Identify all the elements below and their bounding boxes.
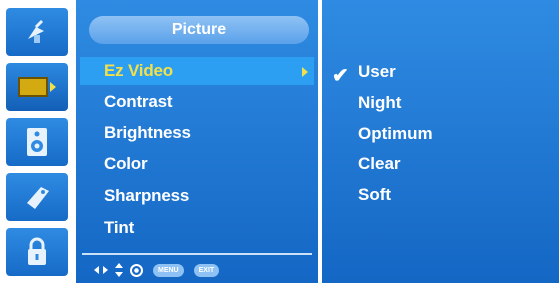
menu-item-contrast[interactable]: Contrast bbox=[80, 88, 314, 116]
checkmark-icon: ✔ bbox=[332, 65, 349, 87]
ez-video-options: ✔ User Night Optimum Clear Soft bbox=[322, 0, 559, 283]
menu-title: Picture bbox=[89, 16, 309, 44]
rail-item-lock[interactable] bbox=[6, 228, 68, 276]
satellite-dish-icon bbox=[22, 17, 52, 47]
option-soft[interactable]: Soft bbox=[358, 181, 391, 209]
ok-button-icon bbox=[130, 263, 143, 277]
menu-item-label: Tint bbox=[104, 218, 135, 237]
menu-item-label: Color bbox=[104, 154, 148, 173]
menu-divider bbox=[82, 253, 312, 255]
category-rail bbox=[0, 0, 76, 283]
menu-item-label: Contrast bbox=[104, 92, 173, 111]
menu-item-color[interactable]: Color bbox=[80, 150, 314, 178]
menu-item-sharpness[interactable]: Sharpness bbox=[80, 182, 314, 210]
menu-key-icon: MENU bbox=[153, 263, 184, 277]
menu-item-label: Ez Video bbox=[104, 61, 173, 80]
menu-item-label: Brightness bbox=[104, 123, 191, 142]
osd-menu: Picture Ez Video Contrast Brightness Col… bbox=[0, 0, 559, 283]
menu-item-label: Sharpness bbox=[104, 186, 190, 205]
help-bar: MENU EXIT bbox=[94, 261, 220, 279]
picture-icon bbox=[17, 74, 57, 100]
up-down-arrows-icon bbox=[114, 263, 124, 277]
picture-menu: Picture Ez Video Contrast Brightness Col… bbox=[76, 0, 318, 283]
left-right-arrows-icon bbox=[94, 265, 108, 275]
rail-item-picture[interactable] bbox=[6, 63, 68, 111]
option-clear[interactable]: Clear bbox=[358, 150, 401, 178]
tag-icon bbox=[21, 181, 53, 213]
option-user[interactable]: User bbox=[358, 58, 396, 86]
option-night[interactable]: Night bbox=[358, 89, 401, 117]
exit-key-icon: EXIT bbox=[193, 263, 220, 277]
audio-speaker-icon bbox=[24, 126, 50, 158]
rail-item-setup[interactable] bbox=[6, 8, 68, 56]
submenu-arrow-icon bbox=[302, 67, 308, 77]
menu-item-ez-video[interactable]: Ez Video bbox=[80, 57, 314, 85]
rail-item-option[interactable] bbox=[6, 173, 68, 221]
lock-icon bbox=[24, 236, 50, 268]
rail-item-audio[interactable] bbox=[6, 118, 68, 166]
menu-item-tint[interactable]: Tint bbox=[80, 214, 314, 242]
option-optimum[interactable]: Optimum bbox=[358, 120, 433, 148]
menu-item-brightness[interactable]: Brightness bbox=[80, 119, 314, 147]
